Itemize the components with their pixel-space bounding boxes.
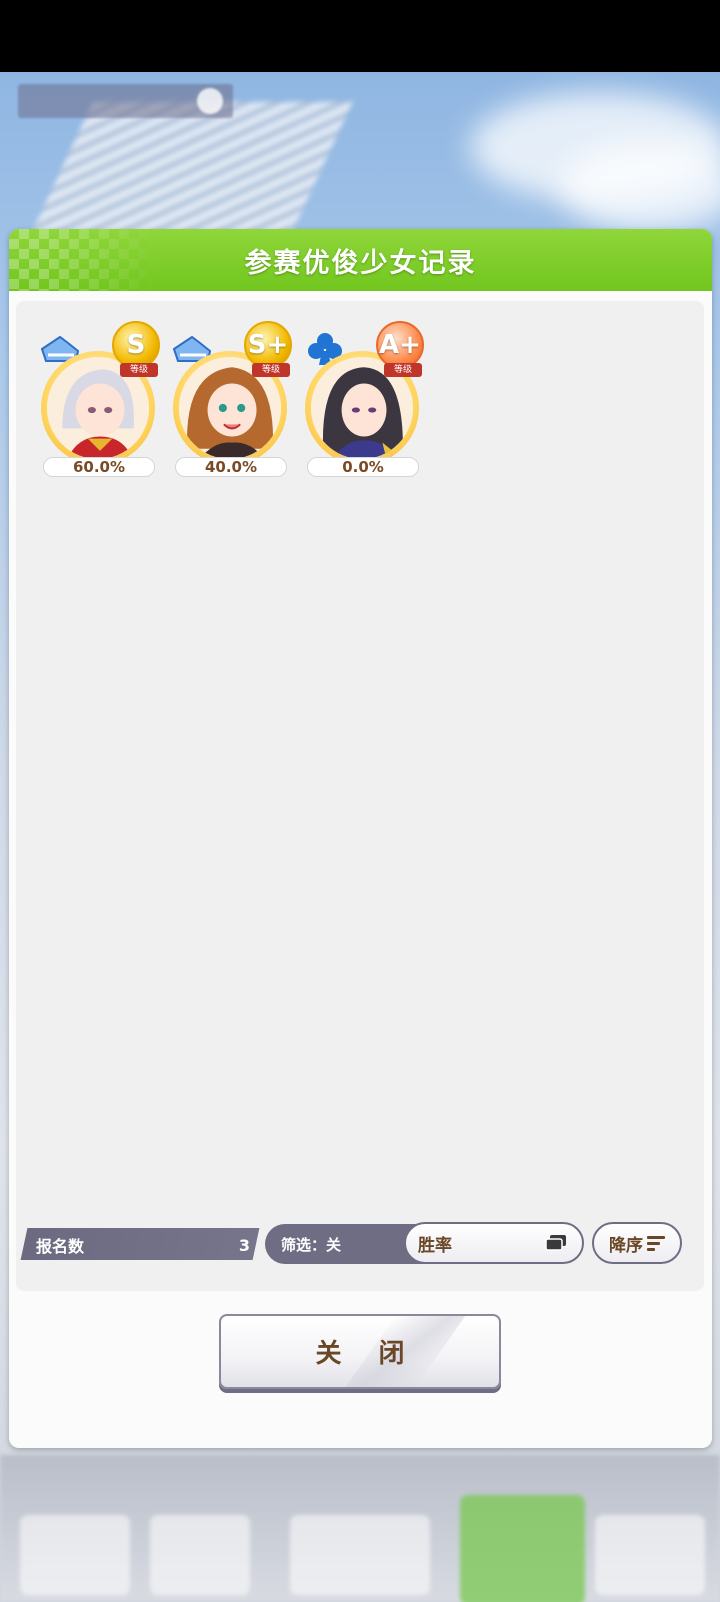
sort-key-label: 胜率 xyxy=(418,1235,452,1256)
status-bar xyxy=(0,0,720,72)
rank-badge: A+ xyxy=(376,321,424,369)
rank-caption: 等级 xyxy=(252,363,290,377)
close-button[interactable]: 关 闭 xyxy=(219,1314,501,1389)
sort-descending-icon xyxy=(647,1233,665,1254)
entry-grid: S 等级 60.0% S+ 等级 40.0% A+ 等级 0.0% xyxy=(38,319,424,477)
race-record-dialog: 参赛优俊少女记录 S 等级 60.0% S+ 等级 40.0% A+ 等级 0.… xyxy=(9,229,712,1448)
win-rate: 40.0% xyxy=(175,457,287,477)
win-rate: 0.0% xyxy=(307,457,419,477)
dialog-header: 参赛优俊少女记录 xyxy=(9,229,712,291)
cards-icon xyxy=(545,1235,566,1251)
rank-caption: 等级 xyxy=(384,363,422,377)
close-button-label: 关 闭 xyxy=(315,1339,419,1369)
entry-card[interactable]: S 等级 60.0% xyxy=(38,319,160,477)
bottom-nav-blurred xyxy=(0,1455,720,1602)
sort-order-label: 降序 xyxy=(609,1235,643,1256)
rank-caption: 等级 xyxy=(120,363,158,377)
header-pattern xyxy=(9,229,159,291)
entry-count-value: 3 xyxy=(238,1235,250,1255)
sort-key-select[interactable]: 胜率 xyxy=(404,1222,584,1264)
filter-label: 筛选：关 xyxy=(281,1235,342,1254)
rank-badge: S xyxy=(112,321,160,369)
entry-card[interactable]: A+ 等级 0.0% xyxy=(302,319,424,477)
entry-count: 报名数 3 xyxy=(32,1230,258,1260)
entry-card[interactable]: S+ 等级 40.0% xyxy=(170,319,292,477)
rank-badge: S+ xyxy=(244,321,292,369)
entry-count-label: 报名数 xyxy=(36,1237,85,1256)
record-list-panel: S 等级 60.0% S+ 等级 40.0% A+ 等级 0.0% 报名数 3 … xyxy=(16,301,704,1291)
win-rate: 60.0% xyxy=(43,457,155,477)
dialog-title: 参赛优俊少女记录 xyxy=(244,247,477,279)
sort-order-button[interactable]: 降序 xyxy=(592,1222,682,1264)
blurred-top-badge xyxy=(18,84,233,118)
